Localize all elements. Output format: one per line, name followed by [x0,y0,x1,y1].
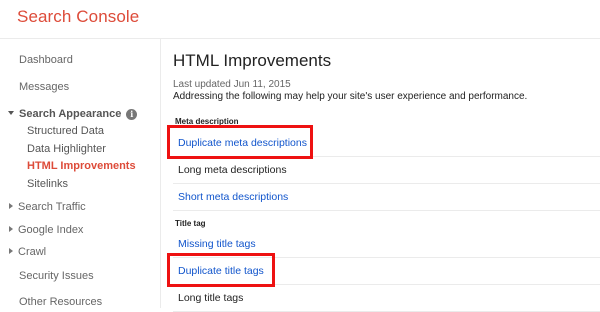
sidebar-item-data-highlighter[interactable]: Data Highlighter [27,143,106,155]
sidebar-item-label: Search Appearance [19,108,122,120]
sidebar-item-label: Other Resources [19,296,103,308]
short-meta-descriptions-link[interactable]: Short meta descriptions [178,191,288,203]
sidebar-item-label: Data Highlighter [27,143,106,155]
app-title[interactable]: Search Console [17,7,139,27]
long-meta-descriptions-text: Long meta descriptions [178,164,287,176]
sidebar-item-label: HTML Improvements [27,160,136,172]
last-updated-text: Last updated Jun 11, 2015 [173,79,291,90]
sidebar-nav: Dashboard Messages Search Appearance i St… [0,39,161,308]
missing-title-tags-link[interactable]: Missing title tags [178,238,256,250]
sidebar-item-label: Messages [19,81,70,93]
chevron-down-icon [8,111,14,115]
chevron-right-icon [9,226,13,232]
info-icon[interactable]: i [126,109,138,120]
sidebar-item-label: Sitelinks [27,178,68,190]
sidebar-item-search-appearance[interactable]: Search Appearance i [8,108,138,120]
sidebar-item-structured-data[interactable]: Structured Data [27,125,104,137]
sidebar-item-other-resources[interactable]: Other Resources [19,296,102,308]
sidebar-item-label: Structured Data [27,125,105,137]
top-bar: Search Console [0,0,600,39]
sidebar-item-sitelinks[interactable]: Sitelinks [27,178,68,190]
long-title-tags-text: Long title tags [178,292,244,304]
group-label-title-tag: Title tag [175,219,206,228]
intro-text: Addressing the following may help your s… [173,91,528,102]
sidebar-item-label: Security Issues [19,270,94,282]
sidebar-item-google-index[interactable]: Google Index [9,224,83,236]
sidebar-item-crawl[interactable]: Crawl [9,246,46,258]
sidebar-item-label: Crawl [18,246,47,258]
sidebar-item-dashboard[interactable]: Dashboard [19,54,73,66]
sidebar-item-label: Search Traffic [18,201,86,213]
sidebar-item-security-issues[interactable]: Security Issues [19,270,94,282]
sidebar-item-search-traffic[interactable]: Search Traffic [9,201,86,213]
sidebar-item-label: Google Index [18,224,84,236]
page-title: HTML Improvements [173,51,332,70]
table-row: Long meta descriptions [173,157,600,184]
table-row: Short meta descriptions [173,184,600,211]
sidebar-item-messages[interactable]: Messages [19,81,69,93]
chevron-right-icon [9,203,13,209]
highlight-box-duplicate-title-tags [167,253,275,287]
highlight-box-duplicate-meta-descriptions [167,125,313,159]
main-content: HTML Improvements Last updated Jun 11, 2… [161,39,600,312]
chevron-right-icon [9,248,13,254]
sidebar-item-label: Dashboard [19,54,73,66]
sidebar-item-html-improvements[interactable]: HTML Improvements [27,160,136,172]
